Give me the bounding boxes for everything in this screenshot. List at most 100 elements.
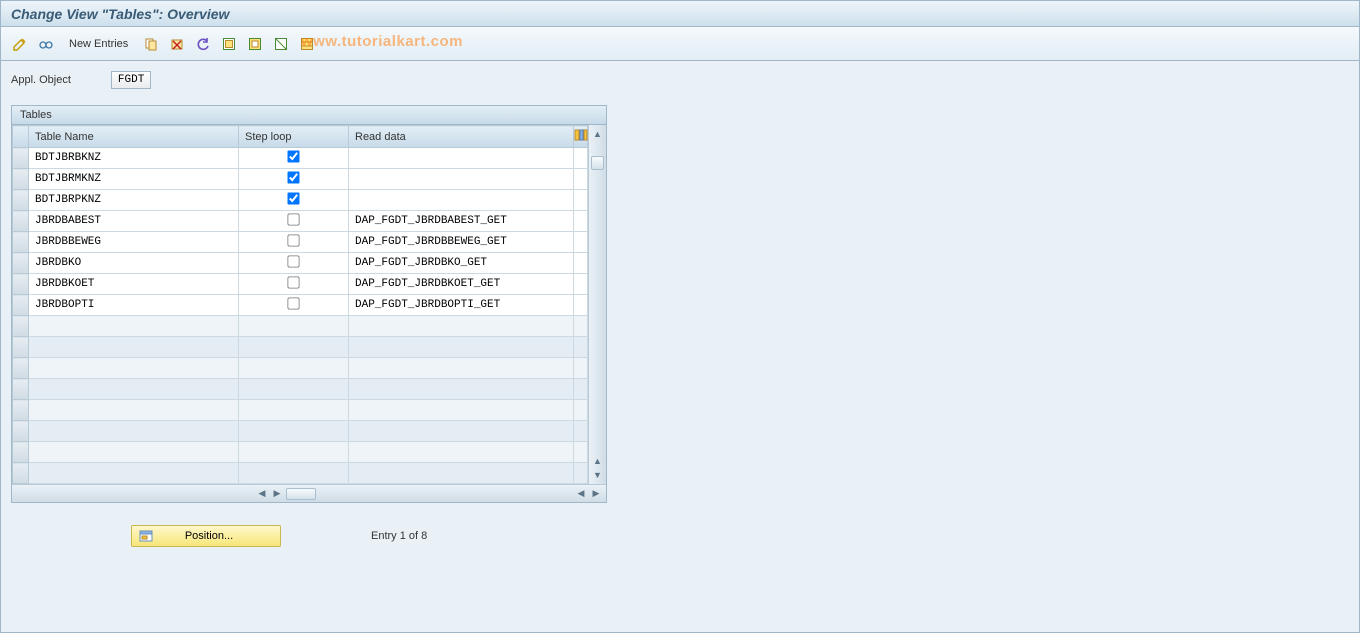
row-selector[interactable] bbox=[13, 421, 29, 442]
horizontal-scrollbar[interactable]: ◀ ▶ ◀ ▶ bbox=[12, 484, 606, 502]
scroll-down2-icon[interactable]: ▼ bbox=[592, 469, 604, 481]
cell-read-data[interactable]: DAP_FGDT_JBRDBKO_GET bbox=[349, 254, 573, 272]
row-selector[interactable] bbox=[13, 316, 29, 337]
select-all-icon[interactable] bbox=[218, 33, 240, 55]
cell-table-name[interactable]: JBRDBKOET bbox=[29, 275, 238, 293]
table-row[interactable]: BDTJBRPKNZ bbox=[13, 190, 588, 211]
vscroll-thumb[interactable] bbox=[591, 156, 604, 170]
col-step-loop[interactable]: Step loop bbox=[239, 126, 349, 148]
cell-c[interactable] bbox=[574, 253, 588, 274]
row-selector[interactable] bbox=[13, 379, 29, 400]
table-row[interactable]: JBRDBBEWEG DAP_FGDT_JBRDBBEWEG_GET bbox=[13, 232, 588, 253]
cell-read-data[interactable] bbox=[349, 155, 573, 161]
cell-c[interactable] bbox=[574, 232, 588, 253]
cell-c[interactable] bbox=[574, 295, 588, 316]
scroll-up-icon[interactable]: ▲ bbox=[592, 128, 604, 140]
hscroll-right-icon[interactable]: ▶ bbox=[271, 488, 283, 500]
configure-columns-icon[interactable] bbox=[574, 128, 588, 145]
step-loop-checkbox[interactable] bbox=[287, 255, 299, 267]
cell-read-data[interactable]: DAP_FGDT_JBRDBKOET_GET bbox=[349, 275, 573, 293]
empty-cell bbox=[574, 337, 588, 358]
empty-cell bbox=[29, 442, 239, 463]
delete-icon[interactable] bbox=[166, 33, 188, 55]
empty-cell bbox=[574, 400, 588, 421]
cell-read-data[interactable]: DAP_FGDT_JBRDBBEWEG_GET bbox=[349, 233, 573, 251]
hscroll-thumb[interactable] bbox=[286, 488, 316, 500]
row-selector[interactable] bbox=[13, 232, 29, 253]
empty-cell bbox=[239, 316, 349, 337]
row-selector-header[interactable] bbox=[13, 126, 29, 148]
step-loop-checkbox[interactable] bbox=[287, 213, 299, 225]
hscroll-left2-icon[interactable]: ◀ bbox=[575, 488, 587, 500]
cell-read-data[interactable]: DAP_FGDT_JBRDBOPTI_GET bbox=[349, 296, 573, 314]
footer-row: Position... Entry 1 of 8 bbox=[11, 525, 1349, 547]
glasses-icon[interactable] bbox=[35, 33, 57, 55]
table-row bbox=[13, 316, 588, 337]
empty-cell bbox=[349, 379, 574, 400]
cell-table-name[interactable]: JBRDBABEST bbox=[29, 212, 238, 230]
step-loop-checkbox[interactable] bbox=[287, 234, 299, 246]
row-selector[interactable] bbox=[13, 148, 29, 169]
table-row[interactable]: JBRDBKOET DAP_FGDT_JBRDBKOET_GET bbox=[13, 274, 588, 295]
cell-c[interactable] bbox=[574, 190, 588, 211]
table-row bbox=[13, 400, 588, 421]
cell-table-name[interactable]: BDTJBRBKNZ bbox=[29, 149, 238, 167]
row-selector[interactable] bbox=[13, 400, 29, 421]
cell-read-data[interactable] bbox=[349, 197, 573, 203]
cell-c[interactable] bbox=[574, 274, 588, 295]
cell-read-data[interactable]: DAP_FGDT_JBRDBABEST_GET bbox=[349, 212, 573, 230]
undo-icon[interactable] bbox=[192, 33, 214, 55]
step-loop-checkbox[interactable] bbox=[287, 171, 299, 183]
cell-table-name[interactable]: JBRDBKO bbox=[29, 254, 238, 272]
col-table-name[interactable]: Table Name bbox=[29, 126, 239, 148]
col-config[interactable] bbox=[574, 126, 588, 148]
copy-icon[interactable] bbox=[140, 33, 162, 55]
step-loop-checkbox[interactable] bbox=[287, 150, 299, 162]
step-loop-checkbox[interactable] bbox=[287, 192, 299, 204]
cell-table-name[interactable]: BDTJBRMKNZ bbox=[29, 170, 238, 188]
cell-table-name[interactable]: JBRDBBEWEG bbox=[29, 233, 238, 251]
row-selector[interactable] bbox=[13, 442, 29, 463]
empty-cell bbox=[349, 463, 574, 484]
row-selector[interactable] bbox=[13, 337, 29, 358]
empty-cell bbox=[574, 421, 588, 442]
table-row[interactable]: BDTJBRBKNZ bbox=[13, 148, 588, 169]
row-selector[interactable] bbox=[13, 463, 29, 484]
change-icon[interactable] bbox=[9, 33, 31, 55]
step-loop-checkbox[interactable] bbox=[287, 297, 299, 309]
vscroll-track[interactable] bbox=[589, 140, 606, 455]
scroll-down-icon[interactable]: ▲ bbox=[592, 455, 604, 467]
deselect-all-icon[interactable] bbox=[270, 33, 292, 55]
vertical-scrollbar[interactable]: ▲ ▲ ▼ bbox=[588, 125, 606, 484]
row-selector[interactable] bbox=[13, 253, 29, 274]
cell-c[interactable] bbox=[574, 169, 588, 190]
table-row[interactable]: JBRDBKO DAP_FGDT_JBRDBKO_GET bbox=[13, 253, 588, 274]
toolbar: New Entries www.tutorialkart.com bbox=[1, 27, 1359, 61]
empty-cell bbox=[349, 337, 574, 358]
row-selector[interactable] bbox=[13, 169, 29, 190]
cell-c[interactable] bbox=[574, 148, 588, 169]
hscroll-right2-icon[interactable]: ▶ bbox=[590, 488, 602, 500]
row-selector[interactable] bbox=[13, 295, 29, 316]
table-settings-icon[interactable] bbox=[296, 33, 318, 55]
new-entries-button[interactable]: New Entries bbox=[61, 35, 136, 53]
cell-table-name[interactable]: JBRDBOPTI bbox=[29, 296, 238, 314]
table-row bbox=[13, 379, 588, 400]
table-row[interactable]: JBRDBABEST DAP_FGDT_JBRDBABEST_GET bbox=[13, 211, 588, 232]
empty-cell bbox=[349, 400, 574, 421]
table-row[interactable]: JBRDBOPTI DAP_FGDT_JBRDBOPTI_GET bbox=[13, 295, 588, 316]
cell-read-data[interactable] bbox=[349, 176, 573, 182]
select-block-icon[interactable] bbox=[244, 33, 266, 55]
hscroll-left-icon[interactable]: ◀ bbox=[256, 488, 268, 500]
cell-c[interactable] bbox=[574, 211, 588, 232]
step-loop-checkbox[interactable] bbox=[287, 276, 299, 288]
row-selector[interactable] bbox=[13, 358, 29, 379]
row-selector[interactable] bbox=[13, 211, 29, 232]
position-button[interactable]: Position... bbox=[131, 525, 281, 547]
col-read-data[interactable]: Read data bbox=[349, 126, 574, 148]
grid-header-row: Table Name Step loop Read data bbox=[13, 126, 588, 148]
row-selector[interactable] bbox=[13, 190, 29, 211]
cell-table-name[interactable]: BDTJBRPKNZ bbox=[29, 191, 238, 209]
row-selector[interactable] bbox=[13, 274, 29, 295]
table-row[interactable]: BDTJBRMKNZ bbox=[13, 169, 588, 190]
